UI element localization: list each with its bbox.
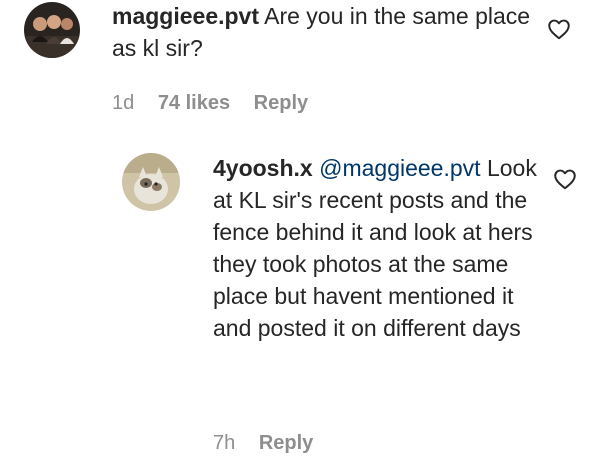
- reply-time: 7h: [213, 432, 236, 454]
- avatar[interactable]: [24, 2, 80, 58]
- reply-mention[interactable]: @maggieee.pvt: [319, 155, 480, 181]
- reply-username[interactable]: 4yoosh.x: [213, 155, 313, 181]
- comment-body: maggieee.pvt Are you in the same place a…: [112, 0, 532, 64]
- reply-meta: 7h Reply: [213, 432, 331, 455]
- comment-likes[interactable]: 74 likes: [158, 92, 230, 114]
- reply-button[interactable]: Reply: [254, 92, 308, 114]
- reply-text: Look at KL sir's recent posts and the fe…: [213, 155, 537, 341]
- reply-item: 4yoosh.x @maggieee.pvt Look at KL sir's …: [0, 140, 600, 470]
- group-photo-avatar-icon: [24, 2, 80, 58]
- comment-meta: 1d 74 likes Reply: [112, 92, 326, 115]
- reply-button[interactable]: Reply: [259, 432, 313, 454]
- heart-outline-icon: [548, 19, 570, 40]
- like-button[interactable]: [552, 166, 578, 192]
- avatar[interactable]: [122, 153, 180, 211]
- comment-item: maggieee.pvt Are you in the same place a…: [0, 0, 600, 130]
- cat-photo-avatar-icon: [122, 153, 180, 211]
- comment-time: 1d: [112, 92, 135, 114]
- heart-outline-icon: [554, 169, 576, 190]
- comment-username[interactable]: maggieee.pvt: [112, 3, 259, 29]
- like-button[interactable]: [546, 16, 572, 42]
- reply-body: 4yoosh.x @maggieee.pvt Look at KL sir's …: [213, 152, 548, 344]
